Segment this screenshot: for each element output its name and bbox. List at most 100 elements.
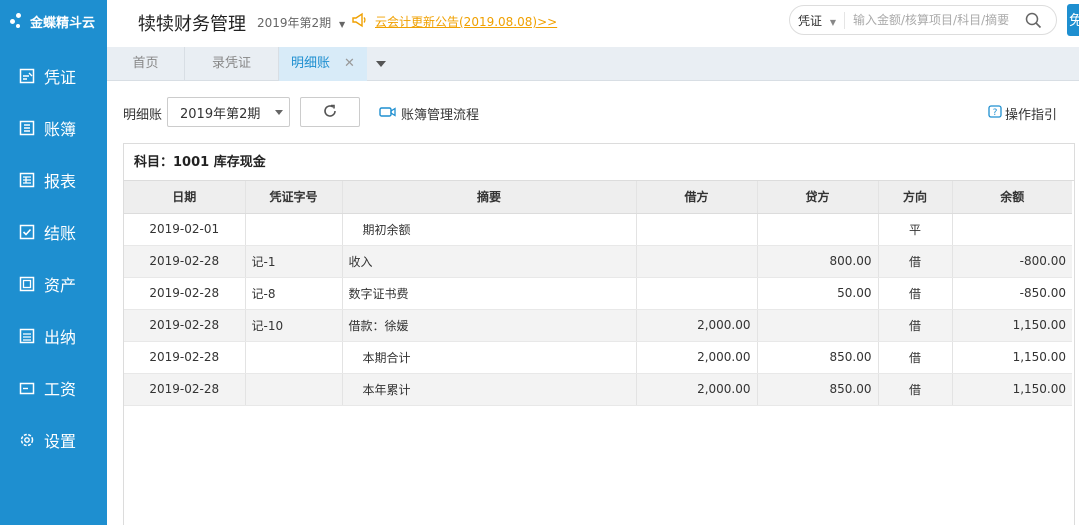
column-header: 摘要 [342,181,637,214]
cell-voucher[interactable]: 记-1 [245,245,343,278]
cell-voucher [245,373,343,406]
cell-debit: 2,000.00 [636,373,758,406]
chevron-down-icon: ▼ [339,20,346,29]
table-row[interactable]: 2019-02-28 记-10 借款：徐媛 2,000.00 借 1,150.0… [124,309,1072,342]
cell-date: 2019-02-28 [124,277,246,310]
column-header: 日期 [124,181,246,214]
table-header-row: 日期 凭证字号 摘要 借方 贷方 方向 余额 [124,181,1072,214]
sidebar-item-label: 凭证 [44,68,77,87]
tab-detail-ledger[interactable]: 明细账 ✕ [279,47,367,81]
tab-more-dropdown[interactable] [367,47,395,81]
cell-direction: 借 [878,373,953,406]
toolbar: 明细账 2019年第2期 账簿管理流程 ? 操作指引 [107,82,1079,140]
cell-date: 2019-02-28 [124,341,246,374]
tab-voucher-entry[interactable]: 录凭证 [185,47,279,81]
sidebar-item-voucher[interactable]: 凭证 [0,50,107,102]
video-icon [379,105,397,123]
cell-balance [952,213,1072,246]
ledger-flow-link[interactable]: 账簿管理流程 [379,104,479,123]
tab-label: 首页 [132,56,159,71]
cell-summary: 本期合计 [342,341,637,374]
table-row[interactable]: 2019-02-28 记-8 数字证书费 50.00 借 -850.00 [124,277,1072,310]
chevron-down-icon [275,110,283,115]
search-input[interactable] [853,13,1023,27]
chevron-down-icon [375,57,387,71]
megaphone-icon [351,12,369,31]
search-type-select[interactable]: 凭证 ▼ [798,11,845,29]
chevron-down-icon: ▼ [829,17,836,27]
checkout-icon [18,223,36,241]
column-header: 余额 [952,181,1072,214]
cell-date: 2019-02-28 [124,245,246,278]
ledger-icon [18,119,36,137]
sidebar-item-asset[interactable]: 资产 [0,258,107,310]
cell-balance: -850.00 [952,277,1072,310]
cell-debit [636,245,758,278]
column-header: 贷方 [757,181,879,214]
cell-debit [636,213,758,246]
tab-bar: 首页 录凭证 明细账 ✕ [107,47,1079,81]
cell-credit: 850.00 [757,373,879,406]
refresh-button[interactable] [300,97,360,127]
sidebar-item-label: 账簿 [44,120,77,139]
header-period-select[interactable]: 2019年第2期 ▼ [257,14,345,31]
column-header: 方向 [878,181,953,214]
ledger-panel: 科目：1001 库存现金 日期 凭证字号 摘要 借方 贷方 方向 余额 2019… [123,143,1075,525]
guide-link[interactable]: ? 操作指引 [988,104,1057,123]
sidebar-item-settings[interactable]: 设置 [0,414,107,466]
table-row[interactable]: 2019-02-01 期初余额 平 [124,213,1072,246]
gear-icon [18,431,36,449]
cell-credit: 50.00 [757,277,879,310]
search-type-value: 凭证 [798,13,823,28]
cell-voucher[interactable]: 记-10 [245,309,343,342]
subject-title: 科目：1001 库存现金 [124,144,1074,181]
tab-label: 录凭证 [211,56,251,71]
tab-home[interactable]: 首页 [107,47,185,81]
sidebar-item-label: 报表 [44,172,77,191]
sidebar-item-checkout[interactable]: 结账 [0,206,107,258]
voucher-icon [18,67,36,85]
notice-link[interactable]: 云会计更新公告(2019.08.08)>> [351,12,557,31]
sidebar-item-ledger[interactable]: 账簿 [0,102,107,154]
sidebar-item-label: 设置 [44,432,77,451]
cell-voucher [245,341,343,374]
sidebar-item-label: 资产 [44,276,77,295]
sidebar-item-report[interactable]: 报表 [0,154,107,206]
table-row[interactable]: 2019-02-28 记-1 收入 800.00 借 -800.00 [124,245,1072,278]
table-row[interactable]: 2019-02-28 本期合计 2,000.00 850.00 借 1,150.… [124,341,1072,374]
cell-debit [636,277,758,310]
cell-voucher[interactable]: 记-8 [245,277,343,310]
column-header: 凭证字号 [245,181,343,214]
sidebar-item-cashier[interactable]: 出纳 [0,310,107,362]
header-period-value: 2019年第2期 [257,16,332,30]
period-select[interactable]: 2019年第2期 [167,97,290,127]
logo-text: 金蝶精斗云 [30,15,96,31]
table-row[interactable]: 2019-02-28 本年累计 2,000.00 850.00 借 1,150.… [124,373,1072,406]
search-icon[interactable] [1023,10,1043,30]
logo-icon [10,13,26,29]
sidebar-item-salary[interactable]: 工资 [0,362,107,414]
close-icon[interactable]: ✕ [344,56,355,71]
ledger-table: 日期 凭证字号 摘要 借方 贷方 方向 余额 2019-02-01 期初余额 平… [124,181,1072,406]
cell-credit [757,213,879,246]
ledger-flow-text: 账簿管理流程 [401,108,480,123]
logo[interactable]: 金蝶精斗云 [0,0,107,42]
cell-direction: 借 [878,309,953,342]
sidebar-item-label: 工资 [44,380,77,399]
cell-balance: 1,150.00 [952,309,1072,342]
notice-text: 云会计更新公告(2019.08.08)>> [375,15,558,29]
corner-button[interactable]: 免 [1067,4,1079,36]
app-title: 犊犊财务管理 [138,14,246,35]
cell-balance: 1,150.00 [952,341,1072,374]
cell-credit: 800.00 [757,245,879,278]
cell-debit: 2,000.00 [636,341,758,374]
guide-text: 操作指引 [1005,108,1058,123]
cell-credit [757,309,879,342]
cell-direction: 平 [878,213,953,246]
cell-direction: 借 [878,341,953,374]
cell-voucher[interactable] [245,213,343,246]
refresh-icon [322,103,338,122]
toolbar-label: 明细账 [123,108,163,123]
period-select-value: 2019年第2期 [180,106,261,122]
search-box: 凭证 ▼ [789,5,1057,35]
